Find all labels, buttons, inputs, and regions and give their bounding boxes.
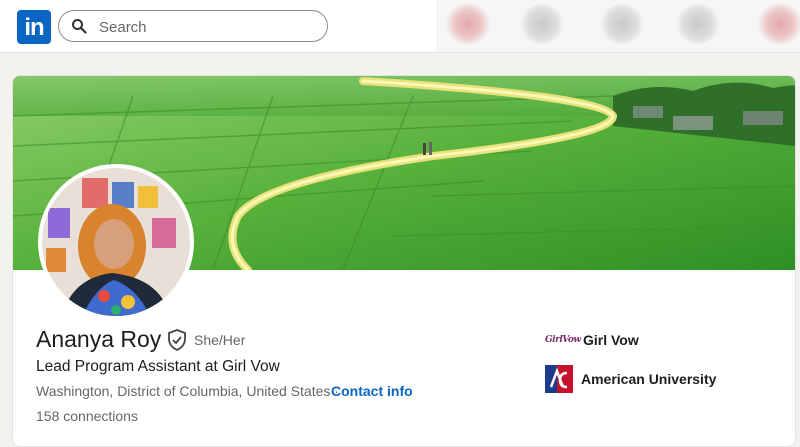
nav-home-icon[interactable] — [446, 4, 490, 44]
american-university-logo — [545, 365, 573, 393]
profile-pronouns: She/Her — [194, 332, 246, 348]
org-girl-vow[interactable]: GirlVow Girl Vow — [545, 326, 639, 354]
connections-count[interactable]: 158 connections — [36, 408, 138, 424]
org-name-american-university: American University — [581, 371, 717, 387]
nav-icons-blurred — [436, 0, 800, 52]
nav-messaging-icon[interactable] — [676, 4, 720, 44]
profile-location: Washington, District of Columbia, United… — [36, 383, 339, 399]
search-icon — [72, 19, 87, 34]
top-nav-bar: in — [0, 0, 800, 53]
location-text: Washington, District of Columbia, United… — [36, 383, 331, 399]
girl-vow-logo: GirlVow — [545, 335, 581, 345]
linkedin-logo[interactable]: in — [17, 10, 51, 44]
profile-photo — [42, 168, 190, 316]
search-box[interactable] — [58, 10, 328, 42]
profile-name: Ananya Roy — [36, 326, 162, 352]
nav-jobs-icon[interactable] — [600, 4, 644, 44]
profile-avatar[interactable] — [38, 164, 194, 320]
search-input[interactable] — [97, 16, 321, 38]
org-american-university[interactable]: American University — [545, 365, 716, 393]
nav-network-icon[interactable] — [520, 4, 564, 44]
profile-card: Ananya Roy She/Her Lead Program Assistan… — [12, 75, 796, 447]
org-name-girl-vow: Girl Vow — [583, 332, 639, 348]
profile-headline: Lead Program Assistant at Girl Vow — [36, 358, 280, 375]
contact-info-link[interactable]: Contact info — [331, 383, 413, 399]
verified-shield-icon[interactable] — [167, 329, 187, 351]
nav-notifications-icon[interactable] — [758, 4, 800, 44]
